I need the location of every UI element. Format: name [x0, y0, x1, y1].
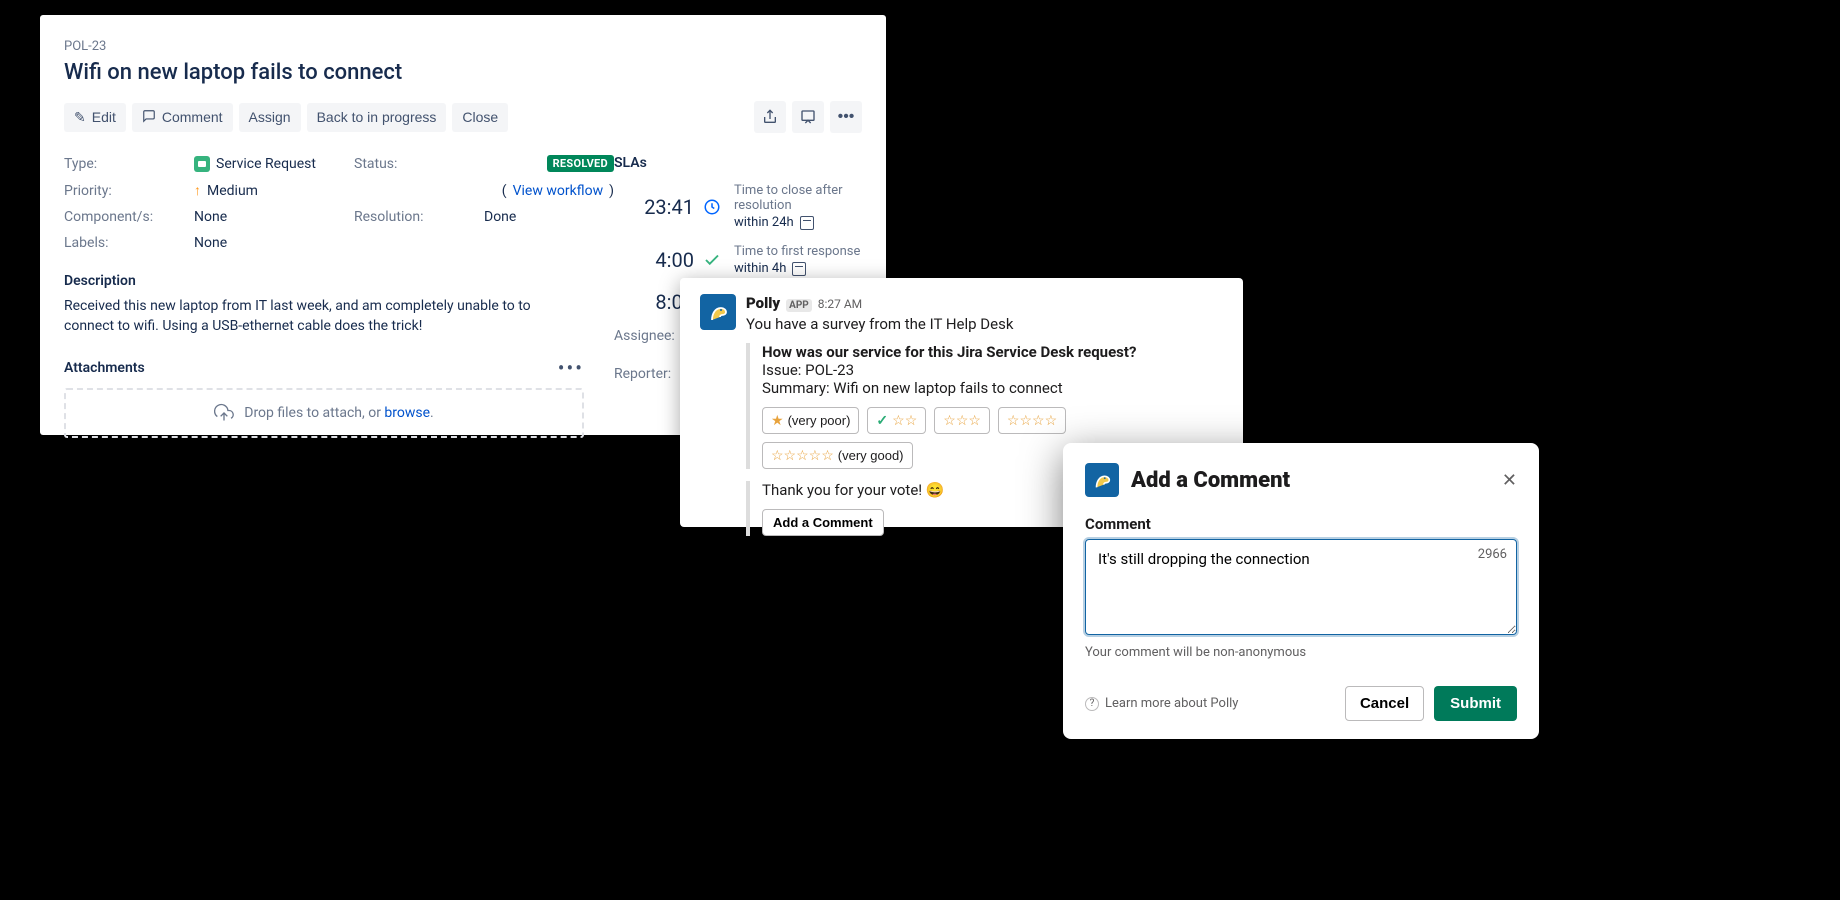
- learn-more-link[interactable]: ? Learn more about Polly: [1085, 696, 1238, 711]
- close-icon: ✕: [1502, 470, 1517, 490]
- status-badge: RESOLVED: [547, 155, 614, 172]
- rating-3-button[interactable]: ☆☆☆: [934, 407, 990, 434]
- calendar-icon: [792, 262, 806, 276]
- comment-button[interactable]: Comment: [132, 103, 233, 132]
- service-request-icon: [194, 156, 210, 172]
- ellipsis-icon: •••: [838, 108, 855, 126]
- check-icon: ✓: [876, 412, 888, 429]
- browse-link[interactable]: browse: [384, 405, 430, 421]
- polly-avatar: [1085, 463, 1119, 497]
- issue-title: Wifi on new laptop fails to connect: [64, 60, 862, 85]
- check-icon: [702, 250, 722, 270]
- back-button[interactable]: Back to in progress: [307, 103, 447, 132]
- help-icon: ?: [1085, 697, 1099, 711]
- rating-2-button[interactable]: ✓ ☆☆: [867, 407, 926, 434]
- priority-medium-icon: ↑: [194, 182, 201, 199]
- view-workflow-link[interactable]: View workflow: [513, 183, 604, 199]
- add-comment-modal: Add a Comment ✕ Comment It's still dropp…: [1063, 443, 1539, 739]
- type-value-text: Service Request: [216, 156, 316, 172]
- issue-toolbar: ✎ Edit Comment Assign Back to in progres…: [64, 101, 862, 133]
- components-label: Component/s:: [64, 209, 194, 225]
- labels-label: Labels:: [64, 235, 194, 251]
- components-value: None: [194, 209, 354, 225]
- workflow-link-cell: (View workflow): [484, 183, 614, 199]
- sla-row: 23:41 Time to close after resolution wit…: [614, 183, 862, 230]
- clock-icon: [702, 197, 722, 217]
- cancel-button[interactable]: Cancel: [1345, 686, 1424, 721]
- dropzone-text: Drop files to attach, or: [244, 405, 384, 421]
- export-button[interactable]: [792, 101, 824, 133]
- resolution-value: Done: [484, 209, 614, 225]
- rating-4-button[interactable]: ☆☆☆☆: [998, 407, 1066, 434]
- thanks-label: Thank you for your vote!: [762, 481, 926, 499]
- learn-more-label: Learn more about Polly: [1105, 696, 1238, 711]
- polly-avatar: [700, 294, 736, 330]
- sla-heading: SLAs: [614, 155, 862, 171]
- comment-hint: Your comment will be non-anonymous: [1085, 645, 1517, 660]
- sla-title: Time to close after resolution: [734, 183, 862, 213]
- modal-close-button[interactable]: ✕: [1502, 470, 1517, 491]
- summary-line: Summary: Wifi on new laptop fails to con…: [762, 379, 1223, 397]
- description-heading: Description: [64, 273, 584, 289]
- star-icon: ★: [771, 412, 784, 429]
- star-icon: ☆☆☆☆☆: [771, 447, 834, 464]
- priority-value: ↑ Medium: [194, 182, 354, 199]
- comment-textarea[interactable]: It's still dropping the connection: [1085, 539, 1517, 635]
- sla-sub: within 4h: [734, 261, 786, 276]
- issue-key[interactable]: POL-23: [64, 39, 862, 54]
- status-value: RESOLVED: [484, 155, 614, 172]
- priority-label: Priority:: [64, 183, 194, 199]
- survey-question: How was our service for this Jira Servic…: [762, 343, 1223, 361]
- comment-label: Comment: [1085, 515, 1517, 533]
- comment-label: Comment: [162, 109, 223, 125]
- calendar-icon: [800, 216, 814, 230]
- priority-value-text: Medium: [207, 183, 258, 199]
- edit-label: Edit: [92, 109, 116, 125]
- type-label: Type:: [64, 156, 194, 172]
- rating-1-button[interactable]: ★ (very poor): [762, 407, 859, 434]
- add-comment-button[interactable]: Add a Comment: [762, 509, 884, 536]
- char-count: 2966: [1478, 547, 1507, 562]
- close-button[interactable]: Close: [452, 103, 508, 132]
- rating-1-suffix: (very poor): [788, 413, 851, 428]
- app-badge: APP: [786, 299, 812, 312]
- attachments-more-button[interactable]: •••: [558, 358, 584, 378]
- comment-icon: [142, 109, 156, 126]
- grin-emoji-icon: 😄: [926, 481, 945, 499]
- rating-5-suffix: (very good): [838, 448, 904, 463]
- message-lead: You have a survey from the IT Help Desk: [746, 314, 1223, 335]
- star-icon: ☆☆☆: [943, 412, 981, 429]
- sla-sub: within 24h: [734, 215, 794, 230]
- sla-time: 23:41: [614, 195, 694, 219]
- upload-cloud-icon: [214, 403, 234, 423]
- field-grid: Type: Service Request Status: RESOLVED P…: [64, 155, 584, 251]
- more-actions-button[interactable]: •••: [830, 101, 862, 133]
- description-body: Received this new laptop from IT last we…: [64, 297, 584, 336]
- edit-button[interactable]: ✎ Edit: [64, 103, 126, 132]
- attachments-heading: Attachments: [64, 360, 145, 376]
- sla-time: 4:00: [614, 248, 694, 272]
- sla-row: 4:00 Time to first response within 4h: [614, 244, 862, 276]
- issue-line: Issue: POL-23: [762, 361, 1223, 379]
- resolution-label: Resolution:: [354, 209, 484, 225]
- labels-value: None: [194, 235, 354, 251]
- star-icon: ☆☆: [892, 412, 917, 429]
- star-icon: ☆☆☆☆: [1007, 412, 1057, 429]
- attachments-dropzone[interactable]: Drop files to attach, or browse.: [64, 388, 584, 438]
- message-time: 8:27 AM: [818, 297, 862, 311]
- pencil-icon: ✎: [74, 109, 86, 126]
- sender-name[interactable]: Polly: [746, 294, 780, 312]
- assign-button[interactable]: Assign: [239, 103, 301, 132]
- sla-title: Time to first response: [734, 244, 862, 259]
- rating-5-button[interactable]: ☆☆☆☆☆ (very good): [762, 442, 913, 469]
- type-value: Service Request: [194, 156, 354, 172]
- share-button[interactable]: [754, 101, 786, 133]
- modal-title: Add a Comment: [1131, 468, 1490, 493]
- submit-button[interactable]: Submit: [1434, 686, 1517, 721]
- status-label: Status:: [354, 156, 484, 172]
